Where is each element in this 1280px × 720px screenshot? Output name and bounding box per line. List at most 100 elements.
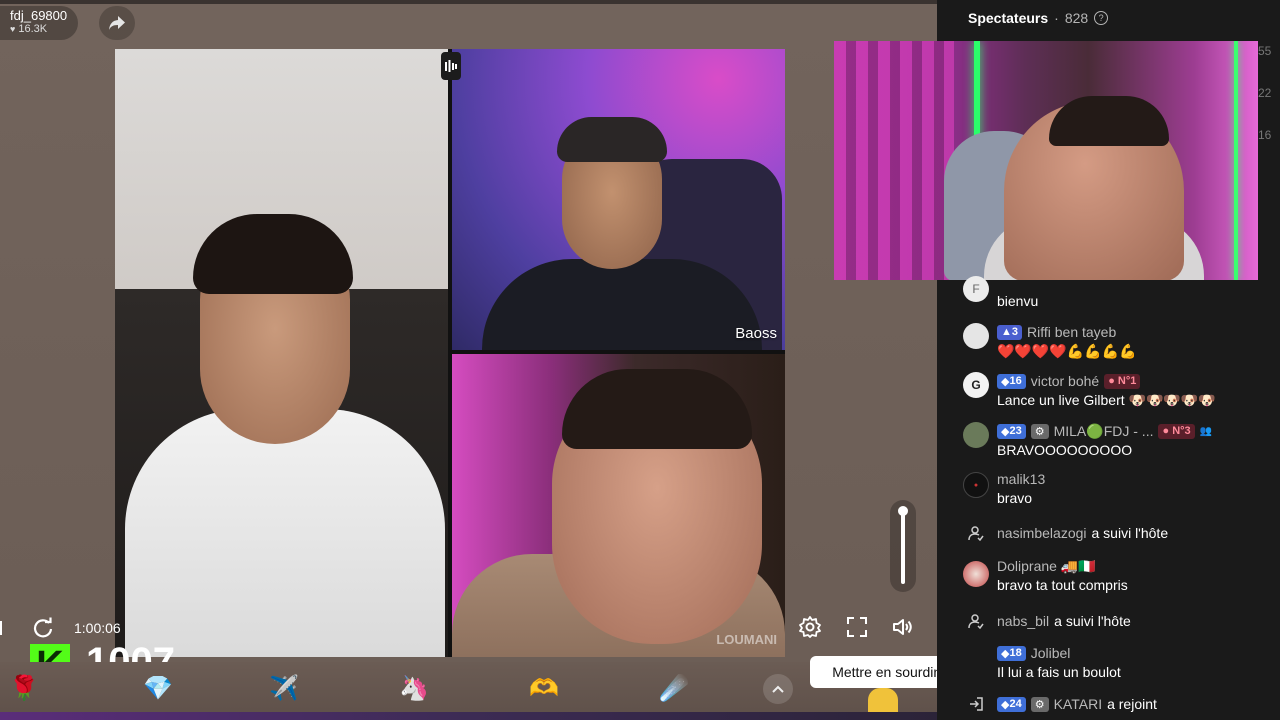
message-header: ▲ 3 Riffi ben tayeb bbox=[997, 323, 1116, 341]
pip-hair bbox=[1049, 96, 1169, 146]
username[interactable]: Doliprane 🚚🇮🇹 bbox=[997, 558, 1096, 575]
avatar[interactable]: F bbox=[963, 276, 989, 302]
viewers-title: Spectateurs bbox=[968, 10, 1049, 26]
speaker-icon bbox=[893, 619, 912, 635]
host-name: fdj_69800 bbox=[10, 8, 68, 23]
picture-in-picture-video[interactable] bbox=[834, 41, 1258, 280]
username[interactable]: victor bohé bbox=[1031, 373, 1099, 389]
system-text: a rejoint bbox=[1107, 696, 1157, 712]
username[interactable]: nasimbelazogi bbox=[997, 525, 1087, 541]
viewer-count: 828 bbox=[1064, 10, 1089, 26]
message-text: Lance un live Gilbert 🐶🐶🐶🐶🐶 bbox=[997, 392, 1216, 408]
video-grid: Baoss LOUMANI bbox=[115, 49, 785, 657]
host-chip[interactable]: fdj_69800 ♥ 16.3K bbox=[0, 6, 78, 40]
viewers-header[interactable]: Spectateurs · 828 ? bbox=[968, 8, 1109, 28]
username[interactable]: KATARI bbox=[1054, 696, 1103, 712]
volume-knob[interactable] bbox=[898, 506, 908, 516]
volume-slider[interactable] bbox=[890, 500, 916, 592]
comet-gift-icon[interactable]: ☄️ bbox=[656, 670, 692, 706]
level-number: 16 bbox=[1009, 375, 1022, 387]
edge-tick bbox=[0, 621, 2, 635]
video-tile-guest-2[interactable]: LOUMANI bbox=[452, 354, 785, 657]
settings-button[interactable] bbox=[795, 612, 825, 642]
sub-badge: ⚙ bbox=[1030, 696, 1049, 712]
guest-watermark: LOUMANI bbox=[716, 632, 777, 647]
refresh-icon[interactable] bbox=[32, 617, 54, 639]
top-border bbox=[0, 0, 937, 4]
pip-curtain bbox=[834, 41, 954, 280]
message-header: ◆ 23 ⚙ MILA🟢FDJ - ... ● N°3 👥 bbox=[997, 422, 1212, 440]
rose-gift-icon[interactable]: 🌹 bbox=[6, 670, 42, 706]
crystal-gift-icon[interactable]: 💎 bbox=[140, 670, 176, 706]
video-tile-guest-1[interactable]: Baoss bbox=[452, 49, 785, 350]
volume-fill bbox=[901, 508, 905, 584]
avatar[interactable] bbox=[963, 422, 989, 448]
message-text: BRAVOOOOOOOOO bbox=[997, 442, 1133, 458]
tile-jacket bbox=[125, 409, 445, 657]
gear-icon bbox=[799, 616, 821, 638]
message-text: Il lui a fais un boulot bbox=[997, 664, 1121, 680]
username[interactable]: MILA🟢FDJ - ... bbox=[1054, 423, 1154, 440]
host-likes: ♥ 16.3K bbox=[10, 23, 78, 36]
level-number: 23 bbox=[1009, 425, 1022, 437]
join-icon bbox=[963, 691, 989, 717]
message-text: bienvu bbox=[997, 293, 1039, 309]
rank-badge: ● N°3 bbox=[1158, 423, 1195, 439]
header-separator: · bbox=[1054, 10, 1059, 26]
chevron-up-icon bbox=[772, 685, 784, 693]
edge-number: 16 bbox=[1258, 128, 1272, 142]
pip-neon-light bbox=[1234, 41, 1238, 280]
rank-badge: ● N°1 bbox=[1104, 373, 1141, 389]
system-text: a suivi l'hôte bbox=[1054, 613, 1131, 629]
message-header: malik13 bbox=[997, 470, 1045, 488]
avatar[interactable] bbox=[963, 323, 989, 349]
level-number: 18 bbox=[1009, 647, 1022, 659]
message-text: ❤️❤️❤️❤️💪💪💪💪 bbox=[997, 343, 1137, 359]
level-badge: ◆ 23 bbox=[997, 423, 1026, 439]
live-stage: fdj_69800 ♥ 16.3K Baoss LOUMANI 1:00:06 … bbox=[0, 0, 996, 720]
help-icon[interactable]: ? bbox=[1094, 11, 1109, 25]
avatar[interactable]: ● bbox=[963, 472, 989, 498]
mute-button[interactable] bbox=[888, 612, 918, 642]
message-text: bravo ta tout compris bbox=[997, 577, 1128, 593]
level-number: 3 bbox=[1011, 326, 1019, 338]
chat-messages: F bienvu ▲ 3 Riffi ben tayeb ❤️❤️❤️❤️💪💪💪💪… bbox=[937, 276, 1280, 720]
group-icon: 👥 bbox=[1199, 425, 1213, 437]
bottom-strip bbox=[0, 712, 937, 720]
layout-handle[interactable] bbox=[441, 52, 461, 80]
username[interactable]: Riffi ben tayeb bbox=[1027, 324, 1116, 340]
level-badge: ◆ 16 bbox=[997, 373, 1026, 389]
username[interactable]: Jolibel bbox=[1031, 645, 1071, 661]
coin-icon[interactable] bbox=[868, 688, 898, 712]
host-likes-count: 16.3K bbox=[18, 23, 48, 35]
gifts-expand-button[interactable] bbox=[763, 674, 793, 704]
rank-label: N°3 bbox=[1172, 425, 1191, 437]
fullscreen-icon bbox=[847, 617, 867, 637]
unicorn-gift-icon[interactable]: 🦄 bbox=[396, 670, 432, 706]
avatar[interactable]: G bbox=[963, 372, 989, 398]
level-badge: ▲ 3 bbox=[997, 324, 1023, 340]
heart-hands-gift-icon[interactable]: 🫶 bbox=[526, 670, 562, 706]
tile-body bbox=[482, 259, 762, 350]
player-controls-left: 1:00:06 bbox=[0, 614, 121, 642]
message-header: nabs_bil a suivi l'hôte bbox=[997, 612, 1131, 630]
level-badge: ◆ 18 bbox=[997, 645, 1026, 661]
message-header: ◆ 16 victor bohé ● N°1 bbox=[997, 372, 1141, 390]
username[interactable]: malik13 bbox=[997, 471, 1045, 487]
audio-bars-icon bbox=[445, 60, 457, 72]
jet-gift-icon[interactable]: ✈️ bbox=[266, 670, 302, 706]
edge-number: 55 bbox=[1258, 44, 1272, 58]
message-header: ◆ 18 Jolibel bbox=[997, 644, 1070, 662]
avatar[interactable] bbox=[963, 561, 989, 587]
stream-timer: 1:00:06 bbox=[74, 620, 121, 636]
heart-icon: ♥ bbox=[10, 24, 16, 34]
username[interactable]: nabs_bil bbox=[997, 613, 1049, 629]
message-header: Doliprane 🚚🇮🇹 bbox=[997, 557, 1096, 575]
video-tile-host[interactable] bbox=[115, 49, 448, 657]
tile-hair bbox=[562, 369, 752, 449]
system-text: a suivi l'hôte bbox=[1091, 525, 1169, 541]
sub-badge: ⚙ bbox=[1030, 423, 1049, 439]
share-button[interactable] bbox=[99, 6, 135, 40]
fullscreen-button[interactable] bbox=[842, 612, 872, 642]
level-number: 24 bbox=[1009, 698, 1022, 710]
